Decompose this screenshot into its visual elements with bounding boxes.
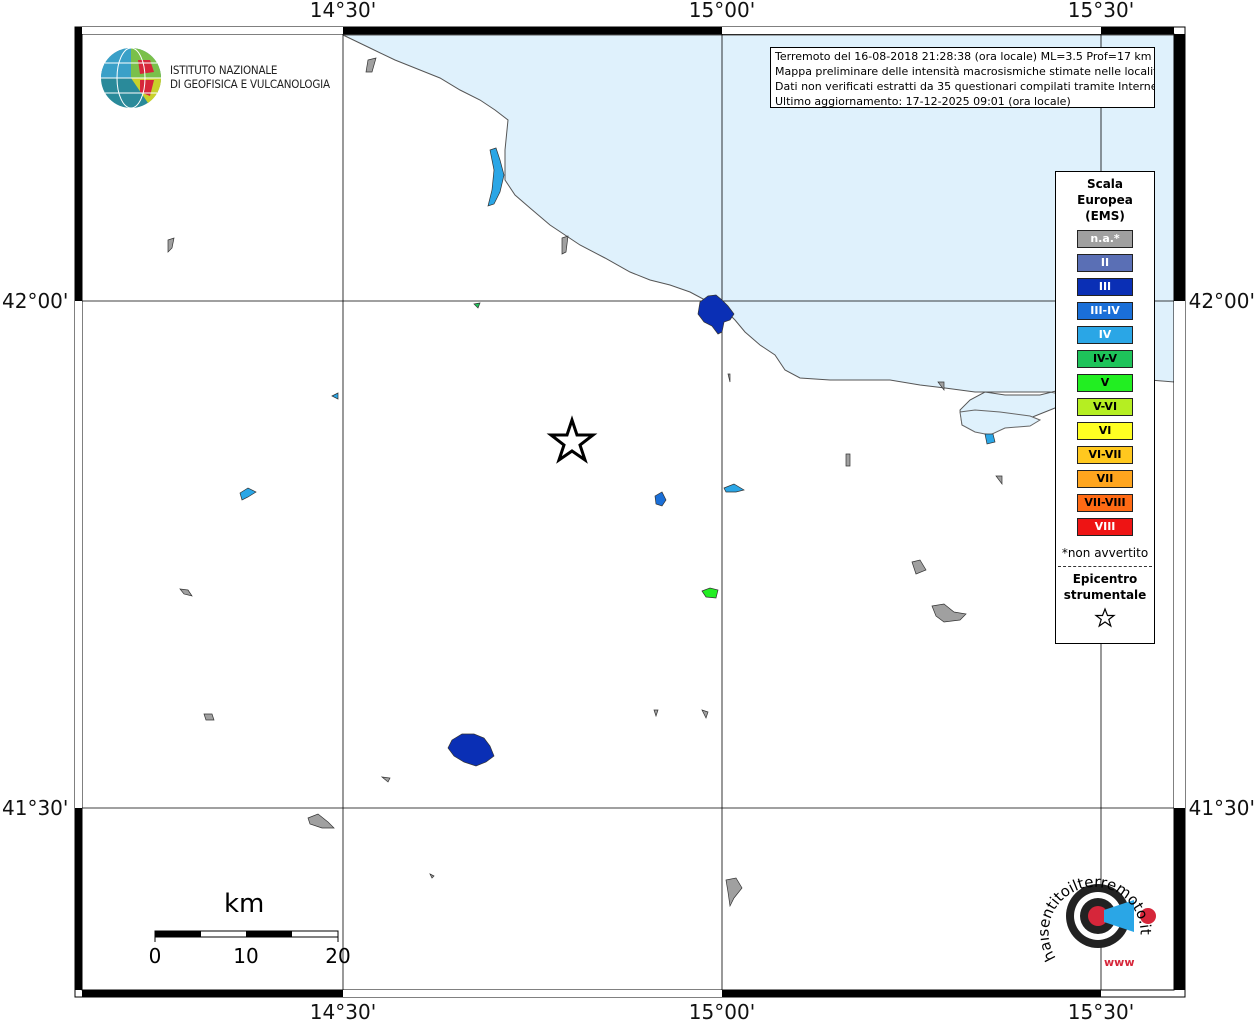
lat-label-right: 41°30' xyxy=(1188,796,1255,820)
logo-line: ISTITUTO NAZIONALE xyxy=(170,63,278,77)
info-line: Ultimo aggiornamento: 17-12-2025 09:01 (… xyxy=(775,95,1071,108)
locality-iv xyxy=(984,433,996,445)
legend-title: Scala Europea (EMS) xyxy=(1056,176,1154,224)
legend-star-icon xyxy=(1056,607,1154,633)
lon-label-bottom: 15°00' xyxy=(688,1000,756,1024)
scale-tick-label: 0 xyxy=(148,944,162,968)
lat-label-left: 41°30' xyxy=(2,796,69,820)
locality-iv xyxy=(239,487,257,501)
legend-epicentre-line: Epicentro xyxy=(1072,572,1138,586)
locality-iii-iv xyxy=(487,147,505,207)
legend-swatch: VIII xyxy=(1077,518,1133,536)
legend-epicentre: Epicentro strumentale xyxy=(1056,571,1154,603)
brand-www: www xyxy=(1104,956,1135,969)
info-line: Mappa preliminare delle intensità macros… xyxy=(775,65,1155,78)
lon-label-top: 15°00' xyxy=(688,0,756,22)
lat-label-left: 42°00' xyxy=(2,289,69,313)
legend-swatch: III xyxy=(1077,278,1133,296)
legend-title-line: (EMS) xyxy=(1085,209,1125,223)
brand-text: haisentitoilterremoto.it xyxy=(1040,873,1155,965)
scale-unit: km xyxy=(224,889,265,919)
ingv-logo-text: ISTITUTO NAZIONALE DI GEOFISICA E VULCAN… xyxy=(170,63,330,91)
info-line: Terremoto del 16-08-2018 21:28:38 (ora l… xyxy=(775,50,1152,63)
epicentre-star xyxy=(546,415,598,464)
locality-iii xyxy=(447,733,495,767)
lon-label-bottom: 14°30' xyxy=(309,1000,377,1024)
locality-iv xyxy=(723,483,745,493)
locality-iv xyxy=(654,491,667,507)
locality-ivv xyxy=(473,302,481,309)
scale-tick-label: 10 xyxy=(233,944,259,968)
lon-label-top: 15°30' xyxy=(1067,0,1135,22)
legend-swatch: IV-V xyxy=(1077,350,1133,368)
ems-legend: Scala Europea (EMS) n.a.* II III III-IV IV IV… xyxy=(1055,171,1155,644)
legend-title-line: Scala xyxy=(1086,177,1124,191)
legend-epicentre-line: strumentale xyxy=(1063,588,1147,602)
logo-line: DI GEOFISICA E VULCANOLOGIA xyxy=(170,77,330,91)
scale-bar xyxy=(154,930,339,942)
event-info-box: Terremoto del 16-08-2018 21:28:38 (ora l… xyxy=(770,47,1155,108)
legend-divider xyxy=(1058,566,1152,567)
legend-swatch: VI xyxy=(1077,422,1133,440)
legend-swatch: n.a.* xyxy=(1077,230,1133,248)
legend-title-line: Europea xyxy=(1077,193,1133,207)
legend-swatch: VII-VIII xyxy=(1077,494,1133,512)
legend-swatch: V-VI xyxy=(1077,398,1133,416)
svg-text:haisentitoilterremoto.it: haisentitoilterremoto.it xyxy=(1040,873,1155,965)
lon-label-bottom: 15°30' xyxy=(1067,1000,1135,1024)
lat-label-right: 42°00' xyxy=(1188,289,1255,313)
legend-swatches: n.a.* II III III-IV IV IV-V V V-VI VI VI-VII VII VI… xyxy=(1056,230,1154,536)
haisentito-brand: haisentitoilterremoto.it www xyxy=(1040,873,1155,969)
legend-swatch: VI-VII xyxy=(1077,446,1133,464)
legend-swatch: VII xyxy=(1077,470,1133,488)
scale-tick-label: 20 xyxy=(325,944,351,968)
locality-iv xyxy=(331,392,339,400)
lon-label-top: 14°30' xyxy=(309,0,377,22)
legend-swatch: IV xyxy=(1077,326,1133,344)
legend-swatch: III-IV xyxy=(1077,302,1133,320)
ingv-logo-icon xyxy=(101,47,162,109)
legend-swatch: V xyxy=(1077,374,1133,392)
legend-swatch: II xyxy=(1077,254,1133,272)
locality-v xyxy=(701,587,719,599)
legend-note: *non avvertito xyxy=(1061,546,1149,560)
info-line: Dati non verificati estratti da 35 quest… xyxy=(775,80,1155,93)
